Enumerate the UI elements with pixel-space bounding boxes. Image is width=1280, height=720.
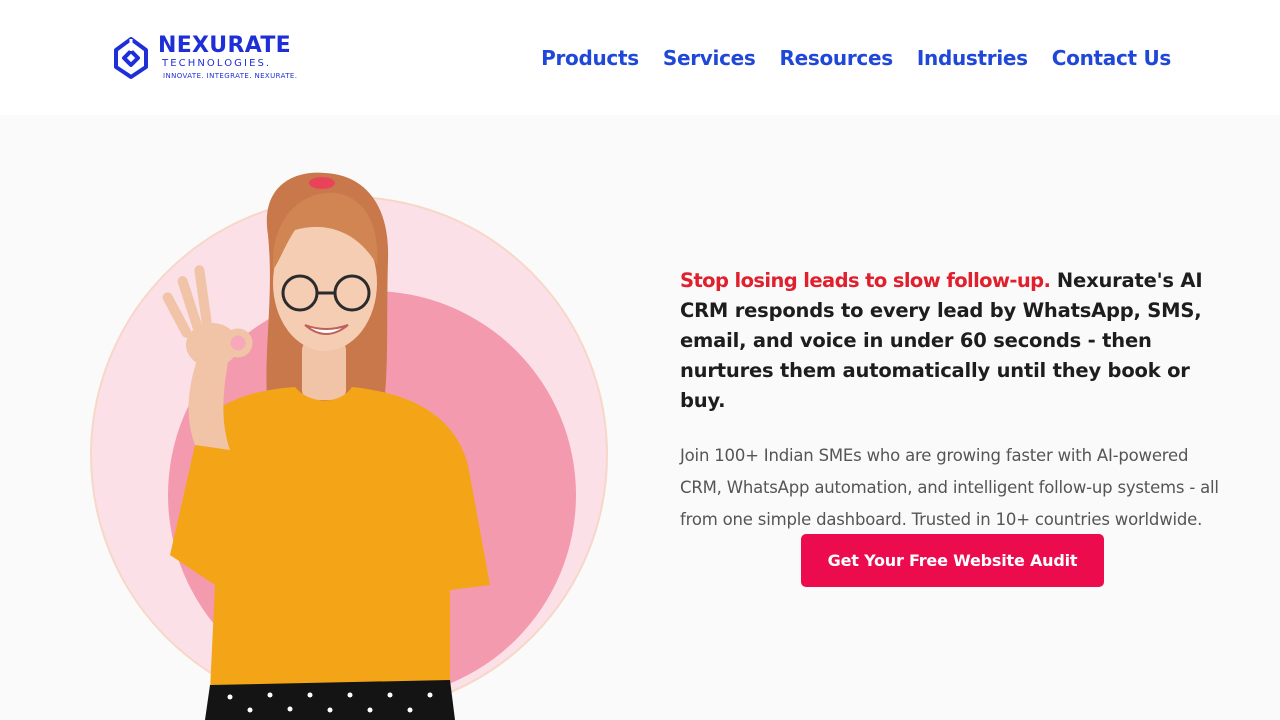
- nav-services[interactable]: Services: [663, 44, 756, 72]
- free-website-audit-button[interactable]: Get Your Free Website Audit: [801, 534, 1104, 587]
- logo-subtitle: TECHNOLOGIES.: [162, 58, 272, 69]
- hero-illustration: [90, 172, 608, 720]
- hero-copy: Stop losing leads to slow follow-up. Nex…: [680, 266, 1228, 536]
- logo-name: NEXURATE: [158, 33, 291, 58]
- headline-accent: Stop losing leads to slow follow-up.: [680, 269, 1051, 292]
- nav-industries[interactable]: Industries: [917, 44, 1028, 72]
- brand-logo[interactable]: NEXURATE TECHNOLOGIES. INNOVATE. INTEGRA…: [112, 34, 302, 84]
- site-header: NEXURATE TECHNOLOGIES. INNOVATE. INTEGRA…: [0, 0, 1280, 115]
- nexurate-mark-icon: [114, 37, 148, 79]
- logo-tagline: INNOVATE. INTEGRATE. NEXURATE.: [163, 72, 298, 80]
- nav-contact-us[interactable]: Contact Us: [1052, 44, 1172, 72]
- hero-image: [90, 165, 610, 720]
- hero-subtext: Join 100+ Indian SMEs who are growing fa…: [680, 446, 1219, 529]
- nav-resources[interactable]: Resources: [780, 44, 894, 72]
- main-nav: Products Services Resources Industries C…: [541, 44, 1171, 72]
- hero-headline: Stop losing leads to slow follow-up. Nex…: [680, 266, 1228, 416]
- nav-products[interactable]: Products: [541, 44, 639, 72]
